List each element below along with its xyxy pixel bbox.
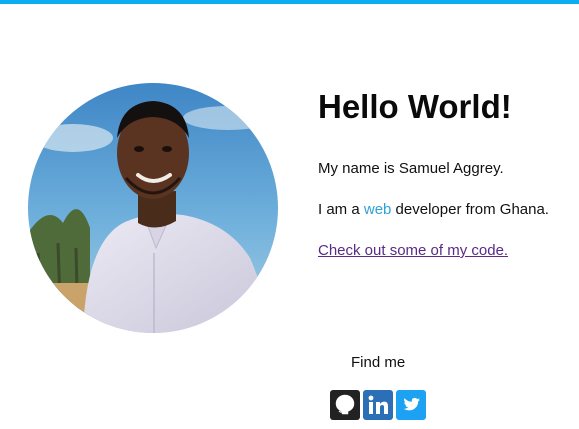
profile-photo-illustration: [28, 83, 278, 333]
profile-photo: [28, 83, 278, 333]
name-line: My name is Samuel Aggrey.: [318, 160, 504, 177]
linkedin-link[interactable]: [363, 390, 393, 420]
page-title: Hello World!: [318, 88, 512, 125]
find-me-heading: Find me: [351, 354, 406, 371]
top-accent-bar: [0, 0, 579, 4]
role-highlight: web: [363, 201, 392, 218]
github-icon: [330, 390, 360, 420]
role-suffix: developer from Ghana.: [391, 201, 549, 218]
twitter-link[interactable]: [396, 390, 426, 420]
linkedin-icon: [363, 390, 393, 420]
role-line: I am a web developer from Ghana.: [318, 201, 549, 218]
code-link[interactable]: Check out some of my code.: [318, 242, 508, 259]
role-prefix: I am a: [318, 201, 364, 218]
github-link[interactable]: [330, 390, 360, 420]
twitter-icon: [396, 390, 426, 420]
